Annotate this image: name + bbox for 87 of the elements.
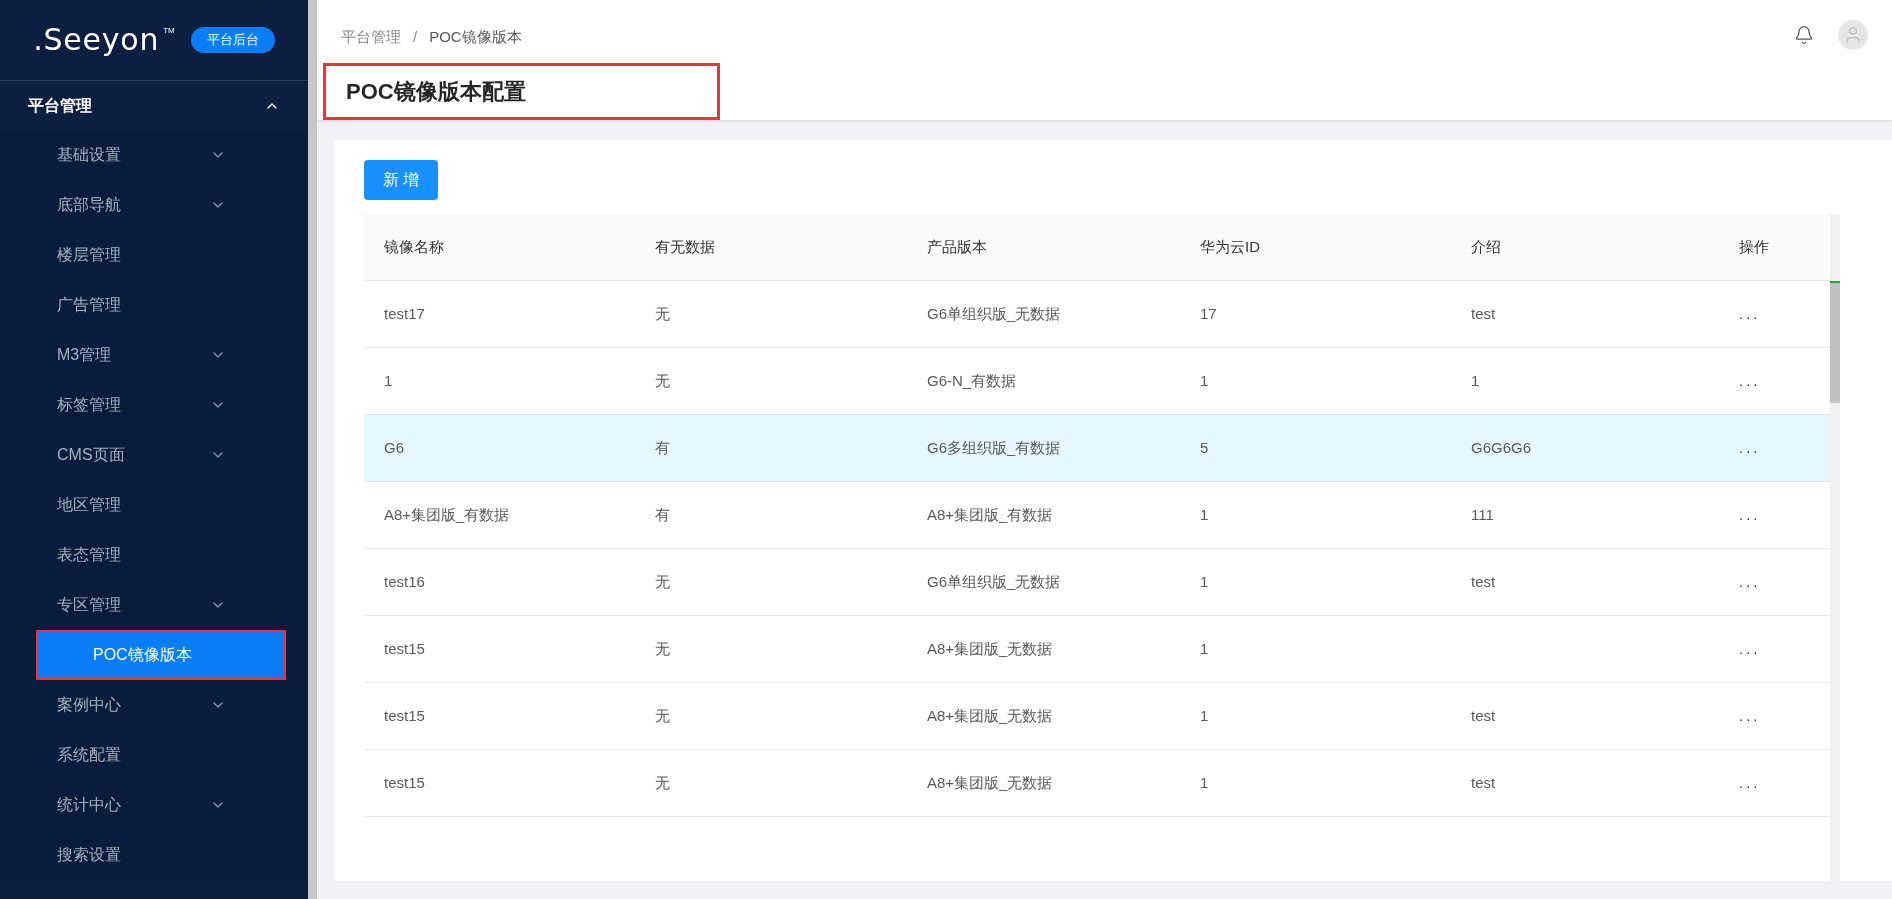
- more-actions-link[interactable]: ...: [1719, 771, 1830, 795]
- table-cell-text: 1: [1199, 504, 1210, 525]
- more-actions-link[interactable]: ...: [1719, 436, 1830, 460]
- table-cell-text: 无: [654, 705, 671, 726]
- table-cell-text: test: [1470, 571, 1497, 592]
- notification-bell-icon[interactable]: [1794, 25, 1814, 45]
- table-row[interactable]: test15 无 A8+集团版_无数据 1 test ...: [364, 750, 1830, 817]
- column-header: 产品版本: [926, 236, 988, 257]
- table-cell-text: G6-N_有数据: [926, 370, 1018, 391]
- sidebar-item[interactable]: 统计中心: [0, 780, 308, 830]
- breadcrumb-item[interactable]: 平台管理: [341, 25, 401, 49]
- table-row[interactable]: test15 无 A8+集团版_无数据 1 test ...: [364, 683, 1830, 750]
- more-actions-link[interactable]: ...: [1719, 503, 1830, 527]
- platform-badge: 平台后台: [190, 27, 275, 53]
- table-cell-text: test17: [383, 303, 426, 324]
- table-cell-text: A8+集团版_有数据: [926, 504, 1054, 525]
- table-row[interactable]: test15 无 A8+集团版_无数据 1 ...: [364, 616, 1830, 683]
- table-cell-text: A8+集团版_无数据: [926, 705, 1054, 726]
- table-cell-text: 无: [654, 370, 671, 391]
- more-actions-link[interactable]: ...: [1719, 302, 1830, 326]
- table-cell-text: 1: [1199, 370, 1210, 391]
- page-title: POC镜像版本配置: [323, 63, 720, 120]
- menu-group[interactable]: 平台管理: [0, 81, 308, 130]
- table-cell-text: G6单组织版_无数据: [926, 303, 1062, 324]
- column-header: 有无数据: [654, 236, 716, 257]
- column-header: 华为云ID: [1199, 236, 1261, 257]
- table-cell-text: 无: [654, 571, 671, 592]
- sidebar-item[interactable]: CMS页面: [0, 430, 308, 480]
- table-cell-text: test15: [383, 638, 426, 659]
- table-cell-text: test: [1470, 772, 1497, 793]
- sidebar-item[interactable]: 地区管理: [0, 480, 308, 530]
- table-cell-text: 1: [383, 370, 394, 391]
- table-cell-text: test15: [383, 705, 426, 726]
- table-cell-text: 1: [1199, 571, 1210, 592]
- breadcrumb-separator: /: [413, 26, 418, 47]
- avatar[interactable]: [1838, 20, 1868, 50]
- table-cell-text: 有: [654, 504, 671, 525]
- sidebar-item[interactable]: POC镜像版本: [36, 630, 286, 680]
- logo: .Seeyon: [33, 25, 160, 55]
- table-cell-text: A8+集团版_无数据: [926, 638, 1054, 659]
- table-cell-text: test15: [383, 772, 426, 793]
- more-actions-link[interactable]: ...: [1719, 637, 1830, 661]
- table-cell-text: A8+集团版_有数据: [383, 504, 511, 525]
- table-cell-text: test: [1470, 303, 1497, 324]
- sidebar-item[interactable]: 底部导航: [0, 180, 308, 230]
- column-header: 介绍: [1470, 236, 1502, 257]
- table-cell-text: A8+集团版_无数据: [926, 772, 1054, 793]
- table-cell-text: G6: [383, 437, 405, 458]
- trademark: TM: [163, 25, 175, 37]
- table-cell-text: 17: [1199, 303, 1218, 324]
- table-cell-text: test: [1470, 705, 1497, 726]
- table-row[interactable]: A8+集团版_有数据 有 A8+集团版_有数据 1 111 ...: [364, 482, 1830, 549]
- sidebar-item[interactable]: 系统配置: [0, 730, 308, 780]
- table-cell-text: 无: [654, 303, 671, 324]
- table-cell-text: G6单组织版_无数据: [926, 571, 1062, 592]
- table-cell-text: 5: [1199, 437, 1210, 458]
- sidebar-item[interactable]: 案例中心: [0, 680, 308, 730]
- sidebar-item[interactable]: 广告管理: [0, 280, 308, 330]
- sidebar-item[interactable]: 搜索设置: [0, 830, 308, 880]
- table-row[interactable]: G6 有 G6多组织版_有数据 5 G6G6G6 ...: [364, 415, 1830, 482]
- column-header: 镜像名称: [383, 236, 445, 257]
- sidebar-item[interactable]: 表态管理: [0, 530, 308, 580]
- sidebar-scrollbar[interactable]: [308, 0, 317, 899]
- table-cell-text: 1: [1470, 370, 1481, 391]
- table-cell-text: test16: [383, 571, 426, 592]
- table-cell-text: 无: [654, 638, 671, 659]
- breadcrumb-item: POC镜像版本: [429, 26, 522, 47]
- table-cell-text: 有: [654, 437, 671, 458]
- more-actions-link[interactable]: ...: [1719, 570, 1830, 594]
- table-cell-text: 1: [1199, 772, 1210, 793]
- table-cell-text: 1: [1199, 638, 1210, 659]
- table-row[interactable]: test16 无 G6单组织版_无数据 1 test ...: [364, 549, 1830, 616]
- sidebar-item[interactable]: 标签管理: [0, 380, 308, 430]
- more-actions-link[interactable]: ...: [1719, 704, 1830, 728]
- table-scrollbar[interactable]: [1830, 214, 1840, 881]
- table-cell-text: 111: [1470, 504, 1495, 525]
- table-cell-text: G6多组织版_有数据: [926, 437, 1062, 458]
- sidebar-item[interactable]: 基础设置: [0, 130, 308, 180]
- table-row[interactable]: test17 无 G6单组织版_无数据 17 test ...: [364, 281, 1830, 348]
- more-actions-link[interactable]: ...: [1719, 369, 1830, 393]
- sidebar-item[interactable]: 楼层管理: [0, 230, 308, 280]
- sidebar-item[interactable]: M3管理: [0, 330, 308, 380]
- table-cell-text: G6G6G6: [1470, 437, 1533, 458]
- table-cell-text: 无: [654, 772, 671, 793]
- sidebar-item[interactable]: 专区管理: [0, 580, 308, 630]
- table-cell-text: 1: [1199, 705, 1210, 726]
- column-header: 操作: [1738, 236, 1770, 257]
